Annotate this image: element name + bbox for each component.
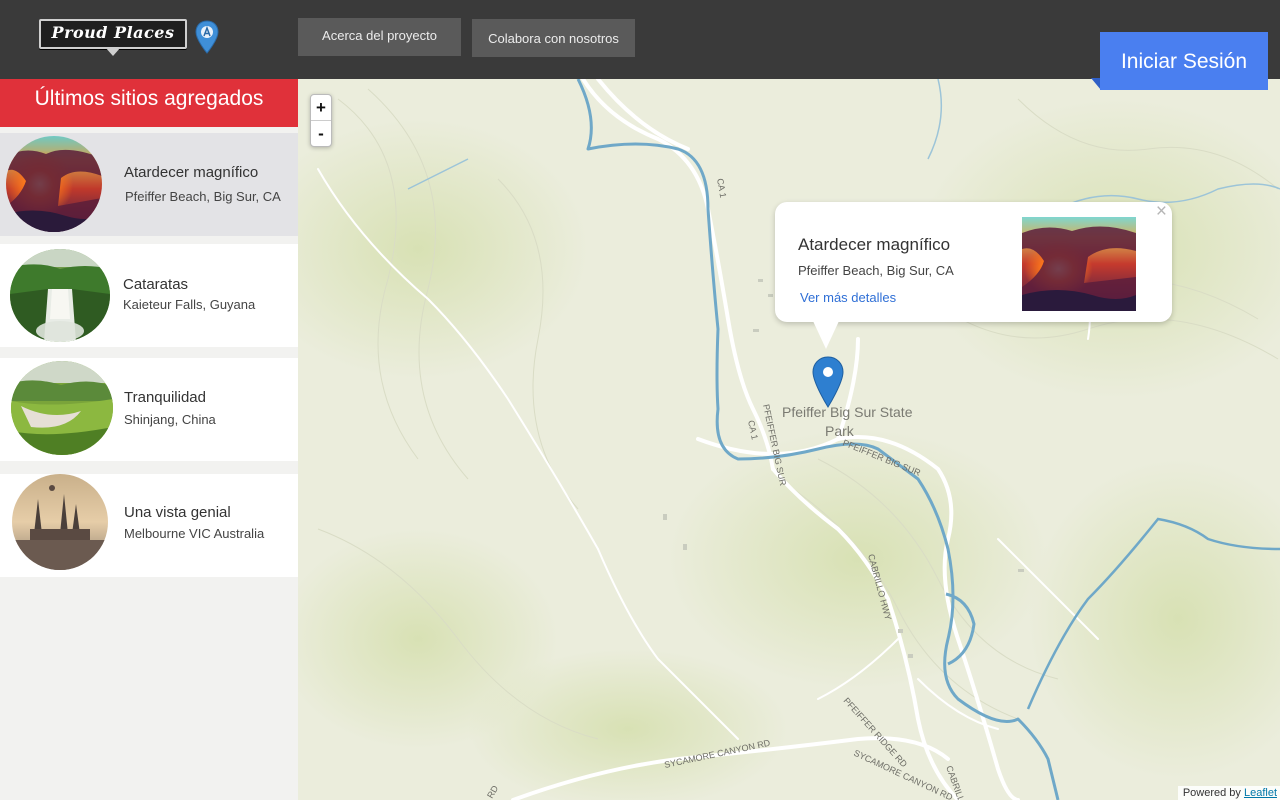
site-item-sunset[interactable]: Atardecer magnífico Pfeiffer Beach, Big … <box>0 133 298 236</box>
zoom-in-button[interactable]: + <box>311 95 331 121</box>
close-icon[interactable]: × <box>1156 201 1167 223</box>
map-marker-icon[interactable] <box>812 356 844 408</box>
site-thumbnail <box>6 136 102 232</box>
site-item-waterfall[interactable]: Cataratas Kaieteur Falls, Guyana <box>0 244 298 347</box>
view-details-link[interactable]: Ver más detalles <box>800 290 896 305</box>
site-item-tranquility[interactable]: Tranquilidad Shinjang, China <box>0 358 298 461</box>
logo-speech-tail <box>105 47 121 56</box>
sidebar-title: Últimos sitios agregados <box>0 79 298 127</box>
zoom-out-button[interactable]: - <box>311 121 331 147</box>
site-thumbnail <box>12 474 108 570</box>
login-button[interactable]: Iniciar Sesión <box>1100 32 1268 90</box>
map-pin-icon <box>195 20 219 54</box>
site-name: Atardecer magnífico <box>124 164 259 181</box>
site-name: Cataratas <box>123 276 189 293</box>
top-header: Proud Places Acerca del proyecto Colabor… <box>0 0 1280 79</box>
site-thumbnail <box>10 249 110 342</box>
popup-tip <box>813 321 839 349</box>
popup-place: Pfeiffer Beach, Big Sur, CA <box>798 263 954 278</box>
map-attribution: Powered by Leaflet <box>1177 786 1280 800</box>
site-name: Una vista genial <box>124 504 231 521</box>
popup-title: Atardecer magnífico <box>798 235 951 254</box>
site-item-great-view[interactable]: Una vista genial Melbourne VIC Australia <box>0 474 298 577</box>
label-park-line2: Park <box>825 423 855 439</box>
map-popup: × Atardecer magnífico Pfeiffer Beach, Bi… <box>775 201 1172 349</box>
map[interactable]: CA 1 CA 1 PFEIFFER BIG SUR PFEIFFER BIG … <box>298 79 1280 800</box>
label-park-line1: Pfeiffer Big Sur State <box>782 404 913 420</box>
about-project-button[interactable]: Acerca del proyecto <box>298 18 461 56</box>
site-place: Pfeiffer Beach, Big Sur, CA <box>125 189 281 204</box>
attribution-prefix: Powered by <box>1182 787 1241 799</box>
map-tiles: CA 1 CA 1 PFEIFFER BIG SUR PFEIFFER BIG … <box>298 79 1280 800</box>
site-thumbnail <box>11 361 113 455</box>
zoom-control: + - <box>310 94 332 147</box>
site-place: Kaieteur Falls, Guyana <box>123 297 256 312</box>
collaborate-button[interactable]: Colabora con nosotros <box>472 19 635 57</box>
sidebar: Últimos sitios agregados Atardecer magní… <box>0 79 298 800</box>
popup-image[interactable] <box>1022 217 1136 311</box>
site-name: Tranquilidad <box>124 389 206 406</box>
logo[interactable]: Proud Places <box>39 19 187 56</box>
site-place: Melbourne VIC Australia <box>124 526 265 541</box>
leaflet-link[interactable]: Leaflet <box>1244 787 1277 799</box>
logo-text: Proud Places <box>51 23 175 42</box>
site-place: Shinjang, China <box>124 412 216 427</box>
